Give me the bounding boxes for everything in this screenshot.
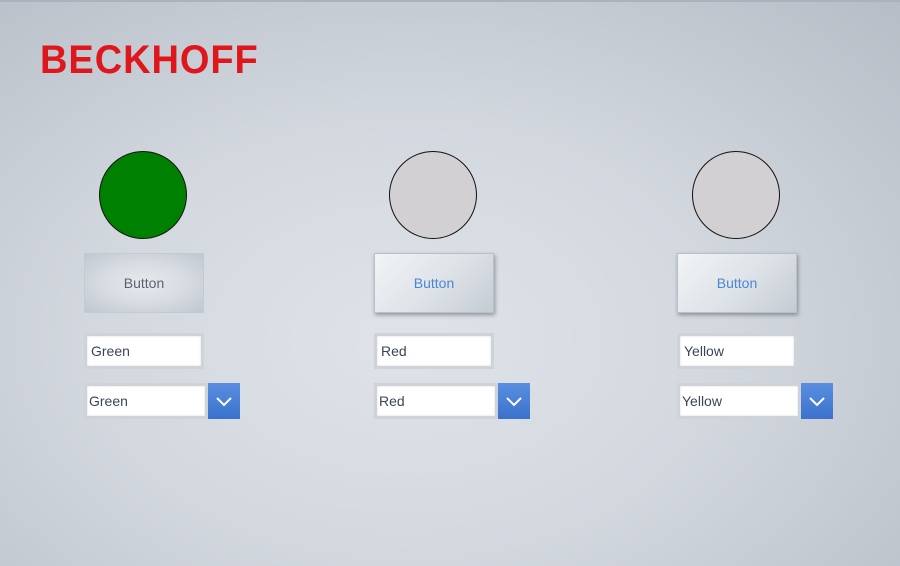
panel-yellow-dropdown-toggle[interactable] xyxy=(801,383,833,419)
panel-yellow-dropdown[interactable]: Yellow xyxy=(677,383,833,419)
chevron-down-icon xyxy=(216,397,232,407)
chevron-down-icon xyxy=(506,397,522,407)
status-lamp-green xyxy=(99,151,187,239)
panel-green-dropdown-toggle[interactable] xyxy=(208,383,240,419)
panel-green-dropdown-value[interactable]: Green xyxy=(84,383,208,419)
panel-green-button[interactable]: Button xyxy=(84,253,204,313)
panel-yellow-dropdown-value[interactable]: Yellow xyxy=(677,383,801,419)
panel-red-dropdown[interactable]: Red xyxy=(374,383,530,419)
panel-green-dropdown[interactable]: Green xyxy=(84,383,240,419)
status-lamp-yellow xyxy=(692,151,780,239)
panel-green-text-field[interactable]: Green xyxy=(84,333,204,369)
panel-red-dropdown-value[interactable]: Red xyxy=(374,383,498,419)
panel-red-dropdown-toggle[interactable] xyxy=(498,383,530,419)
panel-red: Button Red Red xyxy=(374,0,534,566)
panel-red-text-field[interactable]: Red xyxy=(374,333,494,369)
panel-yellow-button[interactable]: Button xyxy=(677,253,797,313)
status-lamp-red xyxy=(389,151,477,239)
panel-yellow: Button Yellow Yellow xyxy=(677,0,837,566)
panel-yellow-text-field[interactable]: Yellow xyxy=(677,333,797,369)
panel-red-button[interactable]: Button xyxy=(374,253,494,313)
chevron-down-icon xyxy=(809,397,825,407)
panel-green: Button Green Green xyxy=(84,0,244,566)
